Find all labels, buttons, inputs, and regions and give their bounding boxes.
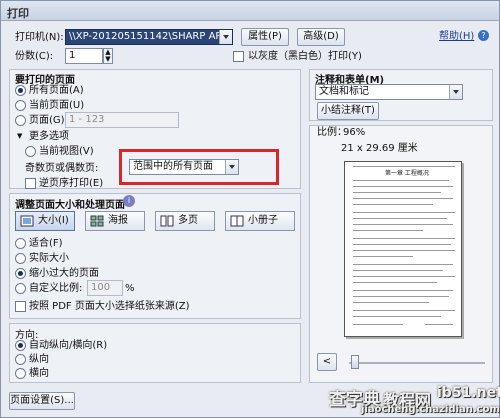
- prev-page-button[interactable]: <: [317, 353, 337, 371]
- landscape-label: 横向: [29, 368, 49, 379]
- current-page-label: 当前页面(U): [29, 100, 85, 111]
- pages-label: 页面(G): [29, 115, 65, 126]
- printer-select[interactable]: \\XP-201205151142\SHARP AR-18085: [65, 29, 233, 45]
- shrink-label: 缩小过大的页面: [29, 268, 99, 279]
- print-dialog: 打印 打印机(N): \\XP-201205151142\SHARP AR-18…: [0, 0, 500, 418]
- custom-scale-input[interactable]: 100: [87, 280, 123, 296]
- help-icon[interactable]: ?: [478, 30, 489, 41]
- poster-tile-label: 海报: [108, 215, 128, 226]
- printer-select-value: \\XP-201205151142\SHARP AR-18085: [69, 31, 232, 42]
- actual-size-radio[interactable]: [15, 253, 26, 264]
- portrait-label: 纵向: [29, 354, 49, 365]
- fit-label: 适合(F): [29, 238, 63, 249]
- page-setup-button[interactable]: 页面设置(S)...: [9, 392, 75, 410]
- comments-value: 文档和标记: [319, 86, 369, 97]
- chevron-down-icon[interactable]: [449, 85, 462, 99]
- current-view-radio[interactable]: [25, 146, 36, 157]
- copies-value: 1: [69, 50, 76, 61]
- pages-range-value: 1 - 123: [69, 114, 105, 125]
- booklet-tile[interactable]: 小册子: [225, 211, 295, 231]
- current-page-radio[interactable]: [15, 100, 26, 111]
- copies-stepper[interactable]: ▲ ▼: [103, 48, 113, 64]
- properties-button[interactable]: 属性(P): [241, 28, 289, 46]
- poster-tile[interactable]: 海报: [85, 211, 145, 231]
- multiple-tile-label: 多页: [178, 215, 198, 226]
- portrait-radio[interactable]: [15, 354, 26, 365]
- window-title: 打印: [7, 7, 29, 20]
- shrink-radio[interactable]: [15, 268, 26, 279]
- copies-label: 份数(C):: [15, 51, 54, 62]
- orientation-heading: 方向:: [15, 330, 39, 341]
- page-preview: 第一章 工程概况: [344, 161, 462, 337]
- pdf-paper-checkbox[interactable]: [15, 301, 26, 312]
- triangle-down-icon[interactable]: ▼: [17, 132, 22, 140]
- comments-select[interactable]: 文档和标记: [315, 84, 463, 100]
- custom-scale-label: 自定义比例:: [29, 283, 83, 294]
- reverse-order-label: 逆页序打印(E): [39, 178, 104, 189]
- size-tile-label: 大小(I): [38, 215, 69, 226]
- watermark-url: jiaocheng.chazidian.com: [361, 404, 500, 415]
- percent-label: %: [125, 283, 135, 294]
- multiple-pages-icon: [160, 215, 174, 227]
- printer-label: 打印机(N):: [15, 32, 64, 43]
- page-slider-track[interactable]: [349, 362, 485, 364]
- summarize-comments-button[interactable]: 小结注释(T): [317, 102, 379, 120]
- auto-orientation-radio[interactable]: [15, 340, 26, 351]
- custom-scale-radio[interactable]: [15, 283, 26, 294]
- pdf-paper-label: 按照 PDF 页面大小选择纸张来源(Z): [29, 301, 190, 312]
- booklet-tile-label: 小册子: [248, 215, 278, 226]
- grayscale-checkbox[interactable]: [233, 51, 244, 62]
- pages-range-input[interactable]: 1 - 123: [65, 112, 179, 128]
- reverse-order-checkbox[interactable]: [25, 178, 36, 189]
- info-icon[interactable]: i: [123, 195, 135, 207]
- advanced-button[interactable]: 高级(D): [297, 28, 345, 46]
- auto-orientation-label: 自动纵向/横向(R): [29, 340, 108, 351]
- poster-icon: [90, 215, 104, 227]
- grayscale-label: 以灰度（黑白色）打印(Y): [248, 51, 362, 62]
- title-bar: 打印: [1, 1, 499, 21]
- pages-radio[interactable]: [15, 115, 26, 126]
- watermark-text-right: ib51.net: [437, 385, 500, 401]
- fit-radio[interactable]: [15, 238, 26, 249]
- custom-scale-value: 100: [91, 282, 111, 293]
- actual-size-label: 实际大小: [29, 253, 69, 264]
- size-icon: [20, 215, 34, 227]
- preview-doc-heading: 第一章 工程概况: [385, 170, 429, 177]
- page-slider-handle[interactable]: [351, 355, 359, 369]
- orientation-group: [9, 323, 301, 383]
- pages-to-print-heading: 要打印的页面: [15, 75, 75, 86]
- odd-even-label: 奇数页或偶数页:: [25, 163, 99, 174]
- chevron-down-icon[interactable]: [219, 30, 232, 44]
- current-view-label: 当前视图(V): [39, 146, 94, 157]
- scale-value: 96%: [343, 127, 366, 138]
- highlight-annotation: [119, 149, 279, 185]
- more-options-label[interactable]: 更多选项: [29, 131, 69, 143]
- booklet-icon: [230, 215, 244, 227]
- size-tile[interactable]: 大小(I): [15, 211, 75, 231]
- copies-input[interactable]: 1: [65, 48, 103, 64]
- multiple-tile[interactable]: 多页: [155, 211, 215, 231]
- help-link[interactable]: 帮助(H): [439, 31, 474, 43]
- page-sizing-heading: 调整页面大小和处理页面: [15, 200, 125, 211]
- paper-size-text: 21 x 29.69 厘米: [341, 143, 418, 154]
- landscape-radio[interactable]: [15, 368, 26, 379]
- all-pages-label: 所有页面(A): [29, 85, 84, 96]
- all-pages-radio[interactable]: [15, 85, 26, 96]
